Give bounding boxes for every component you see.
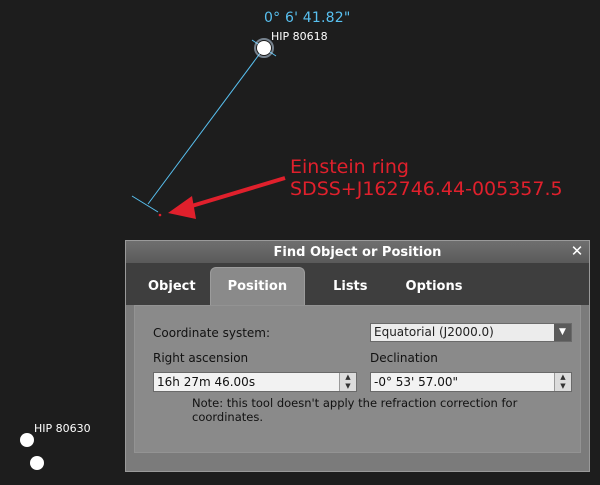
ra-label: Right ascension (153, 351, 249, 365)
dec-stepper[interactable]: ▲ ▼ (554, 373, 571, 391)
tab-position[interactable]: Position (209, 267, 306, 305)
tab-options[interactable]: Options (396, 267, 473, 305)
dec-down-icon[interactable]: ▼ (555, 382, 571, 391)
star-label-hip-80618: HIP 80618 (271, 30, 328, 43)
ra-down-icon[interactable]: ▼ (340, 382, 356, 391)
dialog-titlebar[interactable]: Find Object or Position ✕ (126, 241, 589, 263)
star-hip-80618[interactable] (257, 41, 271, 55)
refraction-note: Note: this tool doesn't apply the refrac… (192, 396, 518, 424)
ra-value: 16h 27m 46.00s (157, 375, 256, 389)
star-label-hip-80630: HIP 80630 (34, 422, 91, 435)
measurement-tick-bottom (131, 195, 159, 213)
coordinate-system-label: Coordinate system: (153, 326, 271, 340)
close-icon[interactable]: ✕ (569, 243, 585, 259)
angle-readout: 0° 6' 41.82" (264, 10, 351, 26)
annotation-arrow-head (168, 196, 196, 219)
star-hip-80630[interactable] (20, 433, 34, 447)
tab-bar: Object Position Lists Options (126, 263, 589, 305)
coordinate-system-select[interactable]: Equatorial (J2000.0) ▼ (370, 323, 572, 342)
tab-lists[interactable]: Lists (305, 267, 395, 305)
dialog-title: Find Object or Position (273, 244, 442, 260)
dec-up-icon[interactable]: ▲ (555, 373, 571, 382)
tab-object[interactable]: Object (134, 267, 210, 305)
dec-label: Declination (370, 351, 438, 365)
measurement-line (147, 47, 265, 205)
ra-up-icon[interactable]: ▲ (340, 373, 356, 382)
annotation-line-2: SDSS+J162746.44-005357.5 (290, 178, 563, 200)
annotation-line-1: Einstein ring (290, 156, 409, 178)
target-object-dot[interactable] (158, 213, 162, 217)
chevron-down-icon[interactable]: ▼ (554, 324, 571, 341)
annotation-text: Einstein ring SDSS+J162746.44-005357.5 (290, 156, 563, 200)
annotation-arrow-shaft (184, 176, 286, 210)
star-secondary[interactable] (30, 456, 44, 470)
coordinate-system-value: Equatorial (J2000.0) (374, 325, 494, 339)
ra-stepper[interactable]: ▲ ▼ (339, 373, 356, 391)
find-object-dialog: Find Object or Position ✕ Object Positio… (125, 240, 590, 472)
dec-value: -0° 53' 57.00" (374, 375, 459, 389)
ra-input[interactable]: 16h 27m 46.00s ▲ ▼ (153, 372, 357, 392)
dec-input[interactable]: -0° 53' 57.00" ▲ ▼ (370, 372, 572, 392)
position-panel: Coordinate system: Equatorial (J2000.0) … (134, 305, 581, 453)
